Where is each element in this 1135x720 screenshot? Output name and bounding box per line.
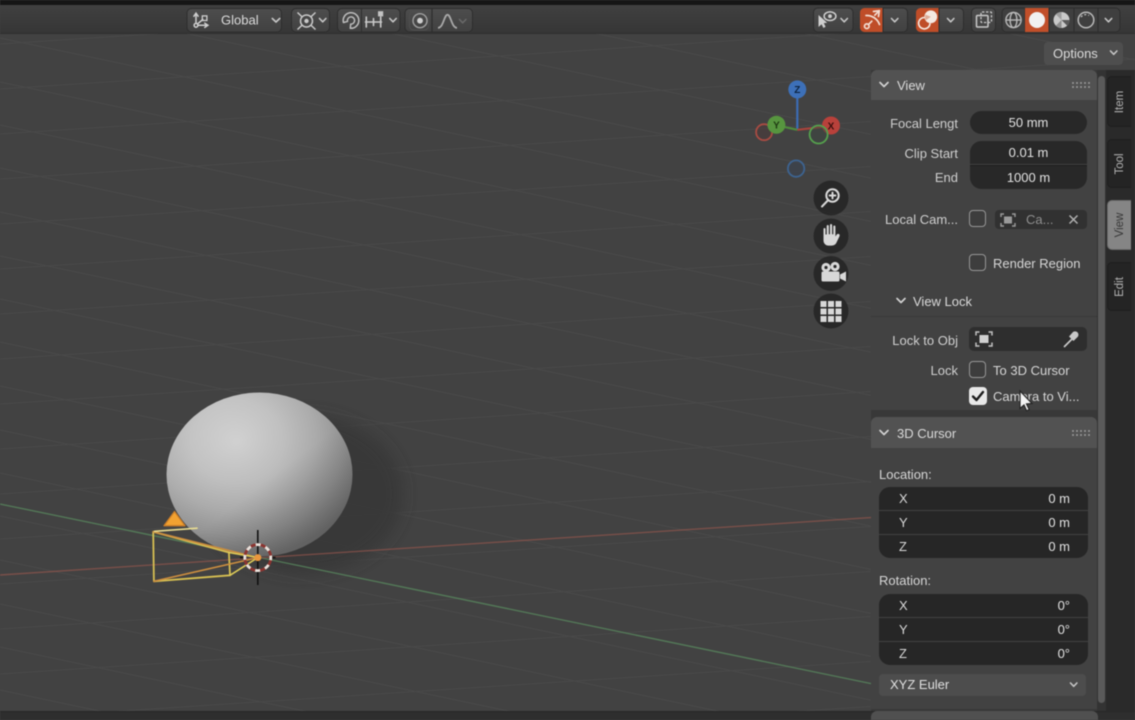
svg-text:Global: Global — [221, 13, 259, 28]
svg-text:Y: Y — [773, 121, 780, 132]
svg-text:Z: Z — [794, 85, 800, 96]
svg-text:X: X — [828, 121, 835, 132]
